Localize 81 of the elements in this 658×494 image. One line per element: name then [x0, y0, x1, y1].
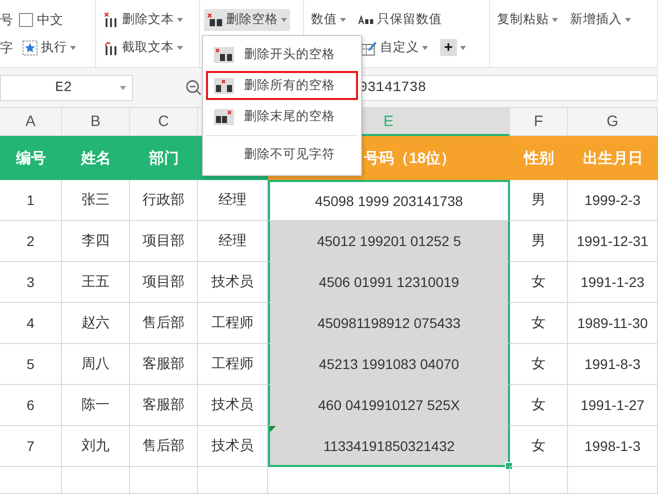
table-cell: 周八 [62, 344, 130, 385]
zoom-out-icon[interactable] [185, 79, 202, 96]
table-cell: 1991-1-23 [568, 262, 658, 303]
table-cell: 7 [0, 426, 62, 467]
ribbon-button[interactable]: 只保留数值 [355, 8, 445, 30]
space-delete-icon [214, 108, 234, 124]
header-cell: 出生月日 [568, 136, 658, 180]
table-cell: 1999-2-3 [568, 180, 658, 221]
empty-cell [510, 467, 568, 494]
column-header[interactable]: G [568, 108, 658, 136]
table-cell: 45098 1999 203141738 [268, 180, 510, 221]
menu-item[interactable]: 删除所有的空格 [206, 71, 358, 100]
table-cell: 售后部 [130, 426, 198, 467]
table-cell: 女 [510, 262, 568, 303]
header-cell: 姓名 [62, 136, 130, 180]
ribbon-button[interactable]: 执行 [19, 36, 79, 58]
table-cell: 赵六 [62, 303, 130, 344]
table-cell: 450981198912 075433 [268, 303, 510, 344]
table-cell: 1 [0, 180, 62, 221]
table-cell: 6 [0, 385, 62, 426]
table-cell: 项目部 [130, 262, 198, 303]
fill-handle[interactable] [505, 462, 513, 470]
table-cell: 刘九 [62, 426, 130, 467]
ribbon-button[interactable]: 新增插入 [567, 8, 634, 30]
space-delete-icon [214, 78, 234, 94]
column-header[interactable]: C [130, 108, 198, 136]
table-cell: 女 [510, 385, 568, 426]
ribbon-label: 号 [0, 10, 13, 28]
text-cut-icon [103, 40, 119, 56]
text-delete-icon [103, 12, 119, 28]
table-cell: 张三 [62, 180, 130, 221]
table-cell: 女 [510, 426, 568, 467]
table-cell: 客服部 [130, 344, 198, 385]
table-cell: 1989-11-30 [568, 303, 658, 344]
table-cell: 项目部 [130, 221, 198, 262]
table-cell: 2 [0, 221, 62, 262]
empty-cell [62, 467, 130, 494]
column-header[interactable]: F [510, 108, 568, 136]
table-cell: 1998-1-3 [568, 426, 658, 467]
header-cell: 性别 [510, 136, 568, 180]
table-cell: 李四 [62, 221, 130, 262]
name-box[interactable]: E2 [0, 74, 133, 100]
table-cell: 460 0419910127 525X [268, 385, 510, 426]
table-cell: 5 [0, 344, 62, 385]
table-cell: 男 [510, 221, 568, 262]
header-cell: 编号 [0, 136, 62, 180]
ribbon-button[interactable]: 复制粘贴 [494, 8, 561, 30]
table-cell: 女 [510, 344, 568, 385]
ribbon-button[interactable]: 删除文本 [100, 8, 186, 30]
empty-cell [198, 467, 268, 494]
ribbon-button[interactable]: 删除空格 [204, 8, 290, 30]
empty-cell [0, 467, 62, 494]
ribbon-label: 字 [0, 38, 13, 56]
column-header[interactable]: A [0, 108, 62, 136]
column-header[interactable]: B [62, 108, 130, 136]
table-cell: 男 [510, 180, 568, 221]
ribbon-button[interactable]: 数值 [308, 8, 349, 30]
table-cell: 45213 1991083 04070 [268, 344, 510, 385]
space-delete-icon [214, 46, 234, 62]
ribbon-button[interactable]: + [437, 36, 469, 58]
space-delete-icon [207, 12, 223, 28]
chinese-checkbox[interactable]: 中文 [19, 10, 63, 28]
caret-icon [120, 86, 126, 90]
table-cell: 王五 [62, 262, 130, 303]
table-cell: 1991-8-3 [568, 344, 658, 385]
table-cell: 3 [0, 262, 62, 303]
menu-item[interactable]: 删除开头的空格 [206, 40, 358, 69]
table-cell: 女 [510, 303, 568, 344]
table-cell: 4506 01991 12310019 [268, 262, 510, 303]
table-cell: 1991-1-27 [568, 385, 658, 426]
table-cell: 4 [0, 303, 62, 344]
table-cell: 陈一 [62, 385, 130, 426]
table-cell: 11334191850321432 [268, 426, 510, 467]
empty-cell [130, 467, 198, 494]
header-cell: 部门 [130, 136, 198, 180]
table-cell: 45012 199201 01252 5 [268, 221, 510, 262]
ribbon-button[interactable]: 截取文本 [100, 36, 186, 58]
table-cell: 1991-12-31 [568, 221, 658, 262]
table-cell: 售后部 [130, 303, 198, 344]
table-cell: 行政部 [130, 180, 198, 221]
table-cell: 客服部 [130, 385, 198, 426]
